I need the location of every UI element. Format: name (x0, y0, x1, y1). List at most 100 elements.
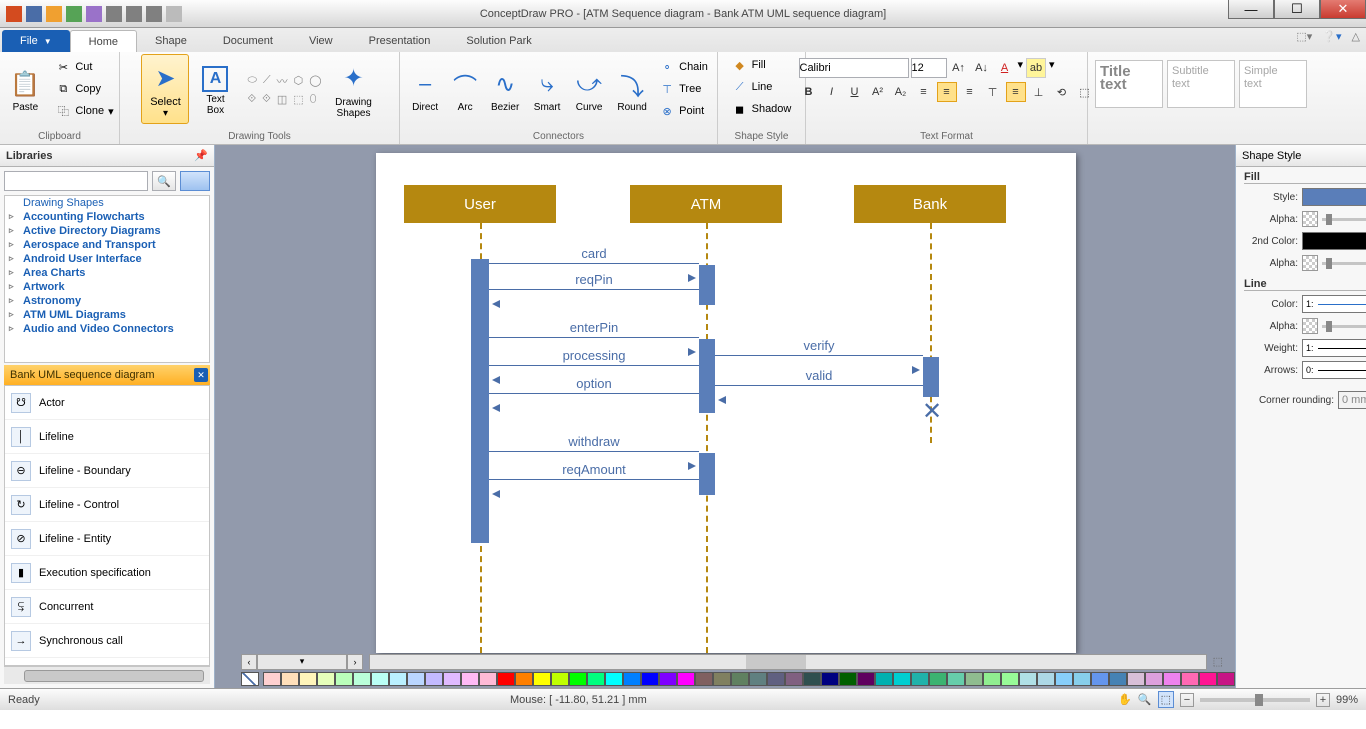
color-swatch[interactable] (929, 672, 947, 686)
align-middle-icon[interactable]: ≡ (1006, 82, 1026, 102)
tree-item[interactable]: Area Charts (5, 266, 209, 280)
maximize-button[interactable]: ☐ (1274, 0, 1320, 19)
collapse-ribbon-icon[interactable]: △ (1352, 30, 1360, 43)
round-button[interactable]: ⤵Round (611, 54, 653, 124)
shape-item-lifeline-control[interactable]: ↻Lifeline - Control (5, 488, 209, 522)
color-swatch[interactable] (695, 672, 713, 686)
color-swatch[interactable] (641, 672, 659, 686)
tool-icon[interactable]: ⬯ (310, 93, 317, 106)
color-swatch[interactable] (875, 672, 893, 686)
color-swatch[interactable] (1181, 672, 1199, 686)
zoom-out-button[interactable]: − (1180, 693, 1194, 707)
tree-item[interactable]: Active Directory Diagrams (5, 224, 209, 238)
scrollbar-thumb[interactable] (746, 655, 806, 669)
line-alpha-slider[interactable] (1322, 317, 1366, 335)
color-swatch[interactable] (1091, 672, 1109, 686)
color-swatch[interactable] (1163, 672, 1181, 686)
chain-button[interactable]: ⚬Chain (655, 56, 712, 78)
close-library-button[interactable]: ✕ (194, 368, 208, 382)
clone-button[interactable]: ⿻Clone ▾ (51, 100, 117, 122)
qat-icon[interactable] (106, 6, 122, 22)
color-swatch[interactable] (731, 672, 749, 686)
highlight-icon[interactable]: ab (1026, 58, 1046, 78)
page-prev-button[interactable]: ‹ (241, 654, 257, 670)
color-swatch[interactable] (461, 672, 479, 686)
color-swatch[interactable] (371, 672, 389, 686)
color-swatch[interactable] (677, 672, 695, 686)
corner-rounding-input[interactable]: 0 mm⬍ (1338, 391, 1366, 409)
font-size-combo[interactable] (911, 58, 947, 78)
tool-icon[interactable]: ⟋ (263, 74, 271, 87)
color-swatch[interactable] (1127, 672, 1145, 686)
shape-item-lifeline-boundary[interactable]: ⊖Lifeline - Boundary (5, 454, 209, 488)
color-swatch[interactable] (569, 672, 587, 686)
message-withdraw[interactable]: withdraw (489, 437, 699, 455)
line-button[interactable]: ⟋Line (728, 76, 796, 98)
message-valid[interactable]: valid (715, 371, 923, 389)
fill-style-dropdown[interactable]: ▼ (1302, 188, 1366, 206)
title-text-template[interactable]: Title text (1095, 60, 1163, 108)
shape-item-concurrent[interactable]: ⥹Concurrent (5, 590, 209, 624)
diagram-page[interactable]: User ATM Bank ✕ card (376, 153, 1076, 653)
direct-button[interactable]: ⎯Direct (405, 54, 445, 124)
color-swatch[interactable] (317, 672, 335, 686)
qat-icon[interactable] (86, 6, 102, 22)
color-swatch[interactable] (281, 672, 299, 686)
tree-item[interactable]: Astronomy (5, 294, 209, 308)
color-swatch[interactable] (299, 672, 317, 686)
shrink-font-icon[interactable]: A↓ (972, 58, 992, 78)
color-swatch[interactable] (821, 672, 839, 686)
color-swatch[interactable] (533, 672, 551, 686)
textbox-button[interactable]: A Text Box (191, 54, 239, 124)
subtitle-text-template[interactable]: Subtitle text (1167, 60, 1235, 108)
color-swatch[interactable] (893, 672, 911, 686)
zoom-tool-icon[interactable]: 🔍 (1138, 693, 1152, 706)
tree-item[interactable]: Drawing Shapes (5, 196, 209, 210)
message-card[interactable]: card (489, 249, 699, 267)
cut-button[interactable]: ✂Cut (51, 56, 117, 78)
color-swatch[interactable] (1109, 672, 1127, 686)
text-rotate-icon[interactable]: ⟲ (1052, 82, 1072, 102)
paste-button[interactable]: 📋 Paste (1, 54, 49, 124)
color-swatch[interactable] (749, 672, 767, 686)
curve-button[interactable]: ⤻Curve (569, 54, 609, 124)
page-next-button[interactable]: › (347, 654, 363, 670)
tree-item[interactable]: Android User Interface (5, 252, 209, 266)
color-swatch[interactable] (1019, 672, 1037, 686)
message-processing[interactable]: processing (489, 351, 699, 369)
second-alpha-slider[interactable] (1322, 254, 1366, 272)
message-verify[interactable]: verify (715, 341, 923, 359)
tree-button[interactable]: ⊤Tree (655, 78, 712, 100)
tab-document[interactable]: Document (205, 30, 291, 52)
zoom-level[interactable]: 99% (1336, 694, 1358, 706)
fill-button[interactable]: ◆Fill (728, 54, 796, 76)
lifeline-atm[interactable]: ATM (630, 185, 782, 223)
color-swatch[interactable] (605, 672, 623, 686)
shape-item-execution[interactable]: ▮Execution specification (5, 556, 209, 590)
qat-icon[interactable] (126, 6, 142, 22)
lifeline-bank[interactable]: Bank (854, 185, 1006, 223)
search-button[interactable]: 🔍 (152, 171, 176, 191)
color-swatch[interactable] (407, 672, 425, 686)
tree-item[interactable]: Audio and Video Connectors (5, 322, 209, 336)
tree-item[interactable]: ATM UML Diagrams (5, 308, 209, 322)
library-section-header[interactable]: Bank UML sequence diagram ✕ (4, 365, 210, 385)
simple-text-template[interactable]: Simple text (1239, 60, 1307, 108)
fit-page-icon[interactable]: ⬚ (1158, 691, 1174, 708)
canvas-options-icon[interactable]: ⬚ (1213, 655, 1223, 668)
library-tree[interactable]: Drawing Shapes Accounting Flowcharts Act… (4, 195, 210, 363)
align-left-icon[interactable]: ≡ (914, 82, 934, 102)
color-swatch[interactable] (335, 672, 353, 686)
execution-bank[interactable] (923, 357, 939, 397)
color-swatch[interactable] (497, 672, 515, 686)
shape-item-lifeline-entity[interactable]: ⊘Lifeline - Entity (5, 522, 209, 556)
color-swatch[interactable] (767, 672, 785, 686)
qat-icon[interactable] (146, 6, 162, 22)
qat-dropdown-icon[interactable] (166, 6, 182, 22)
color-swatch[interactable] (425, 672, 443, 686)
color-swatch[interactable] (1037, 672, 1055, 686)
font-color-icon[interactable]: A (995, 58, 1015, 78)
superscript-button[interactable]: A² (868, 82, 888, 102)
color-swatch[interactable] (965, 672, 983, 686)
tree-item[interactable]: Aerospace and Transport (5, 238, 209, 252)
